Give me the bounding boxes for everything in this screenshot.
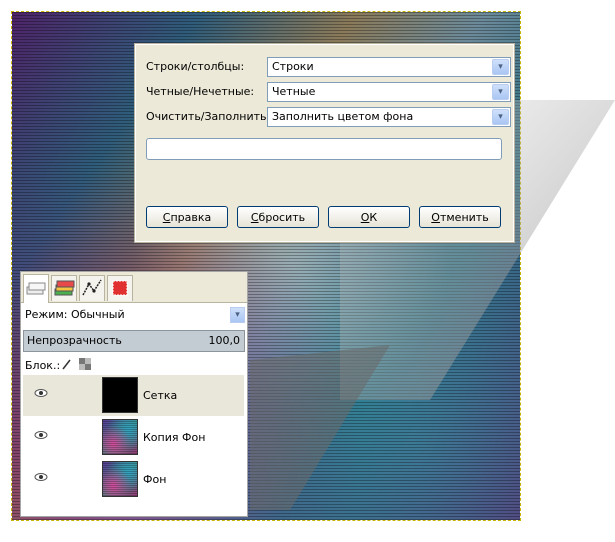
eye-icon[interactable] bbox=[34, 472, 48, 482]
layer-thumbnail bbox=[102, 419, 138, 455]
clear-fill-label: Очистить/Заполнить: bbox=[146, 110, 271, 123]
clear-fill-select[interactable]: Заполнить цветом фона ▾ bbox=[267, 107, 511, 127]
reset-label: бросить bbox=[258, 211, 306, 224]
brush-lock-icon[interactable] bbox=[61, 358, 73, 370]
tab-channels[interactable] bbox=[51, 275, 77, 301]
channels-icon bbox=[54, 280, 75, 296]
lock-label: Блок.: bbox=[25, 359, 61, 372]
rows-columns-label: Строки/столбцы: bbox=[146, 60, 245, 73]
layer-name: Сетка bbox=[143, 389, 178, 402]
tab-undo[interactable] bbox=[107, 275, 133, 301]
tab-paths[interactable] bbox=[79, 275, 105, 301]
lock-row: Блок.: bbox=[21, 356, 247, 374]
chevron-down-icon[interactable]: ▾ bbox=[492, 84, 509, 100]
undo-icon bbox=[112, 280, 128, 296]
clear-fill-value: Заполнить цветом фона bbox=[272, 110, 414, 123]
filter-dialog: Строки/столбцы: Строки ▾ Четные/Нечетные… bbox=[135, 44, 514, 242]
opacity-label: Непрозрачность bbox=[27, 334, 122, 347]
chevron-down-icon[interactable]: ▾ bbox=[492, 109, 509, 125]
layer-list: Сетка Копия Фон Фон bbox=[23, 375, 244, 513]
cancel-button[interactable]: Отменить bbox=[419, 206, 501, 228]
opacity-slider[interactable]: Непрозрачность 100,0 bbox=[23, 330, 245, 352]
alpha-lock-icon[interactable] bbox=[79, 358, 91, 370]
chevron-down-icon[interactable]: ▾ bbox=[492, 59, 509, 75]
ok-label: К bbox=[369, 211, 378, 224]
layer-row[interactable]: Сетка bbox=[23, 375, 244, 416]
opacity-value: 100,0 bbox=[208, 334, 241, 347]
mode-row[interactable]: Режим: Обычный ▾ bbox=[21, 303, 247, 325]
layer-thumbnail bbox=[102, 461, 138, 497]
help-label: правка bbox=[170, 211, 212, 224]
layer-name: Фон bbox=[143, 473, 167, 486]
eye-icon[interactable] bbox=[34, 388, 48, 398]
cancel-mnemonic: О bbox=[431, 211, 440, 224]
tab-layers[interactable] bbox=[23, 274, 49, 303]
even-odd-label: Четные/Нечетные: bbox=[146, 85, 255, 98]
text-input[interactable] bbox=[146, 138, 502, 160]
layer-thumbnail bbox=[102, 377, 138, 413]
help-button[interactable]: Справка bbox=[146, 206, 228, 228]
chevron-down-icon[interactable]: ▾ bbox=[230, 307, 245, 323]
paths-icon bbox=[82, 279, 102, 296]
reset-button[interactable]: Сбросить bbox=[237, 206, 319, 228]
clear-fill-row: Очистить/Заполнить: Заполнить цветом фон… bbox=[144, 107, 511, 127]
cancel-label: тменить bbox=[439, 211, 489, 224]
even-odd-value: Четные bbox=[272, 85, 316, 98]
dock-tabs bbox=[21, 272, 247, 303]
layers-icon bbox=[26, 282, 46, 295]
even-odd-select[interactable]: Четные ▾ bbox=[267, 82, 511, 102]
rows-columns-row: Строки/столбцы: Строки ▾ bbox=[144, 57, 511, 77]
layer-row[interactable]: Фон bbox=[23, 459, 244, 500]
mode-label: Режим: Обычный bbox=[25, 308, 125, 321]
eye-icon[interactable] bbox=[34, 430, 48, 440]
layers-panel: Режим: Обычный ▾ Непрозрачность 100,0 Бл… bbox=[20, 271, 248, 517]
layer-row[interactable]: Копия Фон bbox=[23, 417, 244, 458]
rows-columns-select[interactable]: Строки ▾ bbox=[267, 57, 511, 77]
rows-columns-value: Строки bbox=[272, 60, 314, 73]
ok-button[interactable]: ОК bbox=[328, 206, 410, 228]
even-odd-row: Четные/Нечетные: Четные ▾ bbox=[144, 82, 511, 102]
layer-name: Копия Фон bbox=[143, 431, 206, 444]
reset-mnemonic: С bbox=[250, 211, 259, 224]
